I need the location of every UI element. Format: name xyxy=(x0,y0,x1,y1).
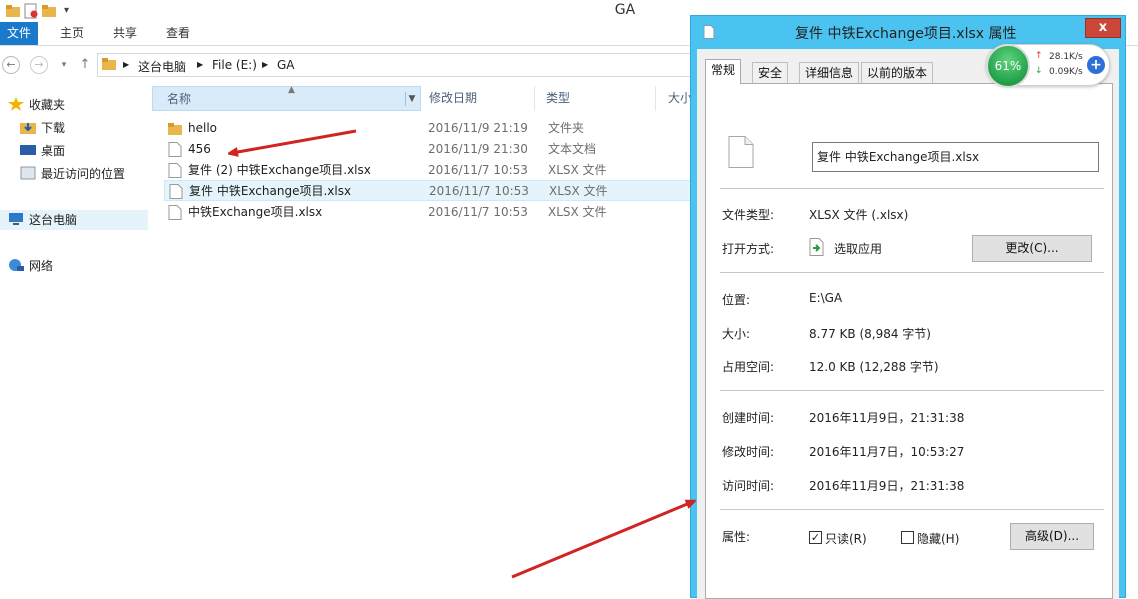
red-arrow-icon xyxy=(511,502,692,579)
annotation-arrows xyxy=(0,129,1138,579)
red-arrow-icon xyxy=(232,129,357,153)
tab-general[interactable]: 常规 xyxy=(705,59,742,84)
